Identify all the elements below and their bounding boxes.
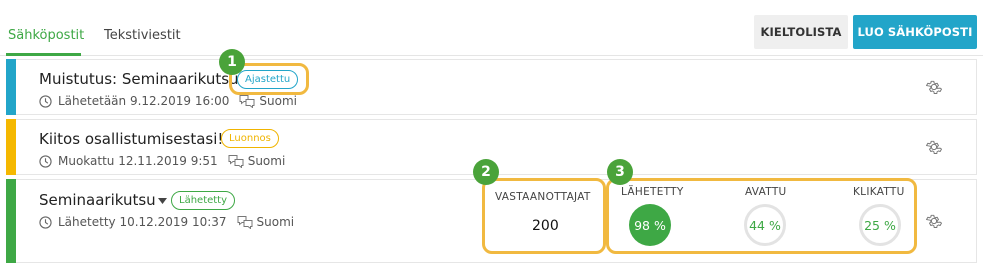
opened-label: AVATTU [745,186,787,198]
blocklist-button[interactable]: KIELTOLISTA [754,15,848,49]
tab-emails[interactable]: Sähköpostit [8,28,84,43]
status-badge: Luonnos [221,129,279,148]
message-date: Lähetetään 9.12.2019 16:00 [58,94,230,108]
status-stripe [6,119,16,175]
gear-icon[interactable] [925,78,943,96]
clock-icon [39,215,52,229]
tab-text-messages[interactable]: Tekstiviestit [104,28,181,43]
recipients-label: VASTAANOTTAJAT [495,191,591,203]
message-meta: Muokattu 12.11.2019 9:51 Suomi [39,154,285,168]
message-row[interactable]: Muistutus: Seminaarikutsu Ajastettu Lähe… [6,59,977,115]
message-date: Muokattu 12.11.2019 9:51 [58,154,218,168]
language-icon [239,95,255,108]
sent-rate: 98 % [629,204,671,246]
tab-bar: Sähköpostit Tekstiviestit KIELTOLISTA LU… [0,0,983,56]
message-date: Lähetetty 10.12.2019 10:37 [58,215,227,229]
opened-value: 44 % [749,217,781,233]
language-icon [237,216,253,229]
annotation-marker: 3 [607,159,633,185]
message-title[interactable]: Seminaarikutsu [39,191,156,209]
clock-icon [39,154,52,168]
message-language: Suomi [247,154,286,168]
clicked-rate: 25 % [859,204,901,246]
clock-icon [39,94,52,108]
annotation-marker: 1 [219,49,245,75]
gear-icon[interactable] [925,138,943,156]
status-badge: Ajastettu [237,70,299,89]
status-stripe [6,59,16,115]
active-tab-indicator [6,53,81,56]
opened-rate: 44 % [744,204,786,246]
status-stripe [6,179,16,263]
sent-label: LÄHETETTY [621,186,684,198]
status-badge: Lähetetty [171,191,236,210]
message-title[interactable]: Muistutus: Seminaarikutsu [39,70,239,88]
message-meta: Lähetetään 9.12.2019 16:00 Suomi [39,94,297,108]
message-language: Suomi [256,215,295,229]
clicked-label: KLIKATTU [853,186,905,198]
annotation-marker: 2 [473,159,499,185]
create-email-button[interactable]: LUO SÄHKÖPOSTI [853,15,977,49]
chevron-down-icon[interactable] [158,198,167,204]
message-language: Suomi [259,94,298,108]
language-icon [228,155,244,168]
message-row[interactable]: Seminaarikutsu Lähetetty Lähetetty 10.12… [6,179,977,263]
message-meta: Lähetetty 10.12.2019 10:37 Suomi [39,215,294,229]
message-title[interactable]: Kiitos osallistumisestasi! [39,130,223,148]
clicked-value: 25 % [864,217,896,233]
recipients-value: 200 [532,218,559,234]
gear-icon[interactable] [925,212,943,230]
sent-value: 98 % [634,217,666,233]
